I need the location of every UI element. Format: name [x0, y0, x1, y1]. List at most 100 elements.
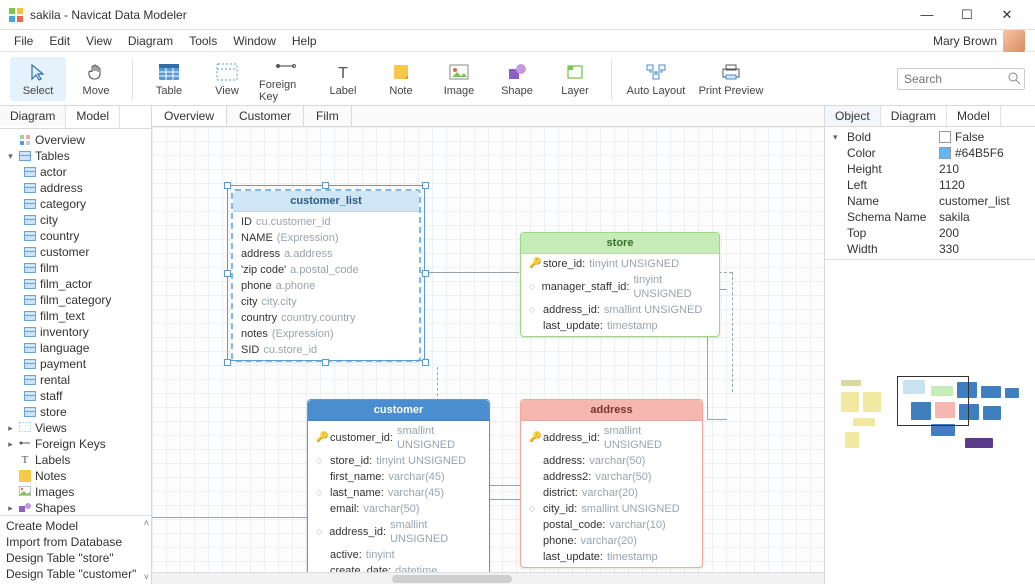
- resize-handle[interactable]: [224, 359, 231, 366]
- field-row[interactable]: ◇address_id: smallint UNSIGNED: [521, 302, 719, 318]
- tree-views[interactable]: ▸Views: [4, 420, 147, 436]
- field-row[interactable]: address a.address: [233, 246, 419, 262]
- tree-table-item[interactable]: rental: [22, 372, 147, 388]
- tree-tables[interactable]: ▾Tables: [4, 148, 147, 164]
- resize-handle[interactable]: [224, 270, 231, 277]
- minimize-button[interactable]: ―: [907, 1, 947, 29]
- tree-table-item[interactable]: category: [22, 196, 147, 212]
- recent-scroll-up[interactable]: ˄: [144, 518, 149, 528]
- tab-object[interactable]: Object: [825, 106, 881, 126]
- tree-table-item[interactable]: payment: [22, 356, 147, 372]
- tool-note[interactable]: Note: [373, 57, 429, 101]
- field-row[interactable]: country country.country: [233, 310, 419, 326]
- recent-row[interactable]: Create Model: [4, 518, 147, 534]
- tool-layer[interactable]: Layer: [547, 57, 603, 101]
- field-row[interactable]: ◇address_id: smallint UNSIGNED: [308, 517, 489, 547]
- field-row[interactable]: district: varchar(20): [521, 485, 702, 501]
- tree-images[interactable]: Images: [4, 484, 147, 500]
- field-row[interactable]: notes (Expression): [233, 326, 419, 342]
- tree-table-item[interactable]: staff: [22, 388, 147, 404]
- tree-table-item[interactable]: language: [22, 340, 147, 356]
- field-row[interactable]: ◇city_id: smallint UNSIGNED: [521, 501, 702, 517]
- field-row[interactable]: address2: varchar(50): [521, 469, 702, 485]
- recent-row[interactable]: Import from Database: [4, 534, 147, 550]
- resize-handle[interactable]: [322, 182, 329, 189]
- tree-table-item[interactable]: film: [22, 260, 147, 276]
- field-row[interactable]: email: varchar(50): [308, 501, 489, 517]
- close-button[interactable]: ✕: [987, 1, 1027, 29]
- recent-row[interactable]: Design Table "customer": [4, 566, 147, 582]
- field-row[interactable]: postal_code: varchar(10): [521, 517, 702, 533]
- diagram-canvas[interactable]: customer_list ID cu.customer_idNAME (Exp…: [152, 127, 824, 584]
- menu-tools[interactable]: Tools: [181, 32, 225, 50]
- tool-auto-layout[interactable]: Auto Layout: [620, 57, 692, 101]
- canvas-tab-film[interactable]: Film: [304, 106, 352, 126]
- tool-table[interactable]: Table: [141, 57, 197, 101]
- field-row[interactable]: last_update: timestamp: [521, 318, 719, 334]
- field-row[interactable]: phone a.phone: [233, 278, 419, 294]
- maximize-button[interactable]: ☐: [947, 1, 987, 29]
- field-row[interactable]: 🔑address_id: smallint UNSIGNED: [521, 423, 702, 453]
- field-row[interactable]: 🔑customer_id: smallint UNSIGNED: [308, 423, 489, 453]
- tree-table-item[interactable]: store: [22, 404, 147, 420]
- field-row[interactable]: ◇store_id: tinyint UNSIGNED: [308, 453, 489, 469]
- tree-table-item[interactable]: country: [22, 228, 147, 244]
- tab-model[interactable]: Model: [66, 106, 120, 128]
- field-row[interactable]: city city.city: [233, 294, 419, 310]
- canvas-tab-overview[interactable]: Overview: [152, 106, 227, 126]
- field-row[interactable]: ◇last_name: varchar(45): [308, 485, 489, 501]
- field-row[interactable]: ID cu.customer_id: [233, 214, 419, 230]
- prop-name[interactable]: customer_list: [939, 194, 1010, 208]
- field-row[interactable]: address: varchar(50): [521, 453, 702, 469]
- tree-overview[interactable]: Overview: [4, 132, 147, 148]
- tool-label[interactable]: TLabel: [315, 57, 371, 101]
- tree-foreign-keys[interactable]: ▸Foreign Keys: [4, 436, 147, 452]
- tool-foreign-key[interactable]: Foreign Key: [257, 51, 313, 107]
- resize-handle[interactable]: [322, 359, 329, 366]
- tree-table-item[interactable]: film_actor: [22, 276, 147, 292]
- menu-diagram[interactable]: Diagram: [120, 32, 181, 50]
- recent-scroll-down[interactable]: ˅: [144, 572, 149, 582]
- tool-image[interactable]: Image: [431, 57, 487, 101]
- entity-customer-list[interactable]: customer_list ID cu.customer_idNAME (Exp…: [231, 189, 421, 362]
- resize-handle[interactable]: [422, 182, 429, 189]
- search-input[interactable]: [897, 68, 1025, 90]
- tab-diagram[interactable]: Diagram: [0, 106, 66, 128]
- menu-edit[interactable]: Edit: [41, 32, 78, 50]
- prop-width[interactable]: 330: [939, 242, 959, 256]
- user-label[interactable]: Mary Brown: [933, 30, 1029, 52]
- prop-top[interactable]: 200: [939, 226, 959, 240]
- tree-table-item[interactable]: film_category: [22, 292, 147, 308]
- field-row[interactable]: NAME (Expression): [233, 230, 419, 246]
- tab-diagram-props[interactable]: Diagram: [881, 106, 947, 126]
- prop-height[interactable]: 210: [939, 162, 959, 176]
- entity-customer[interactable]: customer 🔑customer_id: smallint UNSIGNED…: [307, 399, 490, 584]
- prop-color[interactable]: #64B5F6: [939, 146, 1004, 160]
- minimap[interactable]: [825, 260, 1035, 584]
- tool-select[interactable]: Select: [10, 57, 66, 101]
- tree-shapes[interactable]: ▸Shapes: [4, 500, 147, 515]
- entity-store[interactable]: store 🔑store_id: tinyint UNSIGNED◇manage…: [520, 232, 720, 337]
- tree-table-item[interactable]: customer: [22, 244, 147, 260]
- recent-row[interactable]: Design Table "store": [4, 550, 147, 566]
- tree-table-item[interactable]: actor: [22, 164, 147, 180]
- horizontal-scrollbar[interactable]: [152, 572, 824, 584]
- tool-shape[interactable]: Shape: [489, 57, 545, 101]
- field-row[interactable]: 🔑store_id: tinyint UNSIGNED: [521, 256, 719, 272]
- tree-table-item[interactable]: address: [22, 180, 147, 196]
- menu-window[interactable]: Window: [225, 32, 284, 50]
- field-row[interactable]: SID cu.store_id: [233, 342, 419, 358]
- tool-print-preview[interactable]: Print Preview: [694, 57, 768, 101]
- resize-handle[interactable]: [224, 182, 231, 189]
- field-row[interactable]: last_update: timestamp: [521, 549, 702, 565]
- field-row[interactable]: ◇manager_staff_id: tinyint UNSIGNED: [521, 272, 719, 302]
- menu-file[interactable]: File: [6, 32, 41, 50]
- prop-bold[interactable]: False: [939, 130, 984, 144]
- tool-move[interactable]: Move: [68, 57, 124, 101]
- tree-notes[interactable]: Notes: [4, 468, 147, 484]
- field-row[interactable]: phone: varchar(20): [521, 533, 702, 549]
- field-row[interactable]: active: tinyint: [308, 547, 489, 563]
- field-row[interactable]: first_name: varchar(45): [308, 469, 489, 485]
- tree-table-item[interactable]: inventory: [22, 324, 147, 340]
- tree-labels[interactable]: TLabels: [4, 452, 147, 468]
